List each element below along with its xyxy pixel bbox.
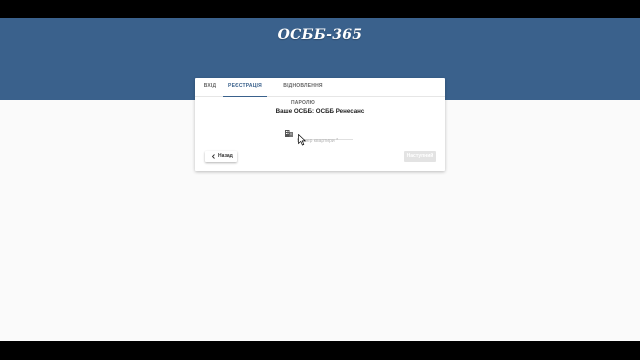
tab-login[interactable]: ВХІД bbox=[199, 78, 221, 96]
osbb-heading: Ваше ОСББ: ОСББ Ренесанс bbox=[275, 108, 365, 115]
app-viewport: ОСББ-365 ВХІД РЕЄСТРАЦІЯ ВІДНОВЛЕННЯ ПАР… bbox=[0, 18, 640, 341]
auth-card: ВХІД РЕЄСТРАЦІЯ ВІДНОВЛЕННЯ ПАРОЛЮ Ваше … bbox=[195, 78, 445, 171]
back-button-label: Назад bbox=[218, 153, 233, 159]
mouse-cursor-icon bbox=[298, 134, 306, 146]
app-logo: ОСББ-365 bbox=[277, 27, 363, 43]
tab-registration[interactable]: РЕЄСТРАЦІЯ bbox=[223, 78, 267, 97]
tab-password-recovery[interactable]: ВІДНОВЛЕННЯ ПАРОЛЮ bbox=[271, 78, 335, 106]
auth-tabs: ВХІД РЕЄСТРАЦІЯ ВІДНОВЛЕННЯ ПАРОЛЮ bbox=[195, 78, 445, 106]
building-icon bbox=[285, 130, 293, 137]
next-button[interactable]: Наступний bbox=[404, 151, 436, 162]
back-button[interactable]: Назад bbox=[205, 151, 237, 162]
chevron-left-icon bbox=[211, 154, 215, 159]
